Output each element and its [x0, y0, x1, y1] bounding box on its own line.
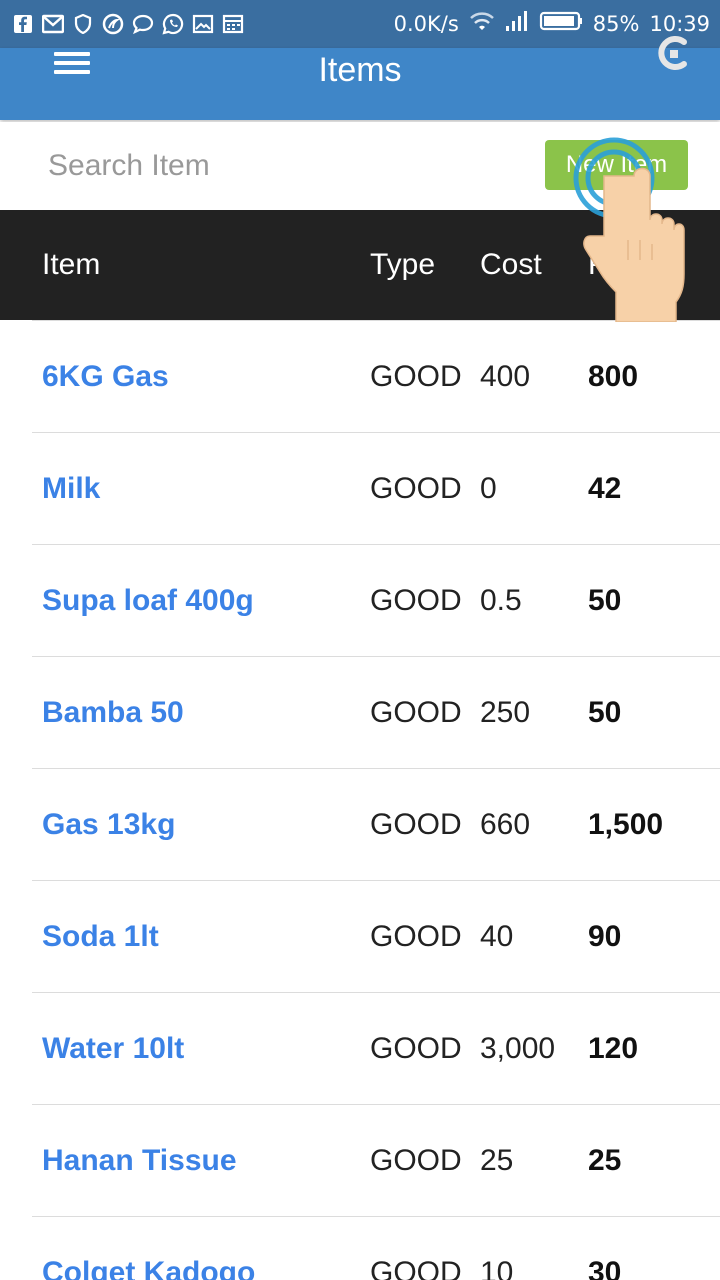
item-type: GOOD: [370, 920, 462, 953]
table-header: Item Type Cost Price: [0, 210, 720, 320]
item-cost: 0: [480, 472, 497, 505]
table-row[interactable]: Water 10lt GOOD 3,000 120: [32, 992, 720, 1104]
item-name-link[interactable]: Hanan Tissue: [42, 1105, 237, 1217]
column-header-type[interactable]: Type: [370, 210, 435, 320]
item-type: GOOD: [370, 1032, 462, 1065]
item-cost: 40: [480, 920, 514, 953]
battery-icon: [539, 10, 583, 38]
item-type: GOOD: [370, 584, 462, 617]
item-name-link[interactable]: Water 10lt: [42, 993, 184, 1105]
item-cost: 660: [480, 808, 531, 841]
item-price: 90: [588, 920, 622, 953]
search-input[interactable]: [40, 142, 476, 190]
items-table: 6KG Gas GOOD 400 800 Milk GOOD 0 42 Supa…: [0, 320, 720, 1280]
search-bar: New Item: [0, 122, 720, 210]
item-cost: 25: [480, 1144, 514, 1177]
new-item-button[interactable]: New Item: [545, 140, 688, 190]
item-name-link[interactable]: 6KG Gas: [42, 321, 169, 433]
item-cost: 400: [480, 360, 531, 393]
app-icon: [102, 13, 124, 35]
shield-icon: [72, 13, 94, 35]
column-header-cost[interactable]: Cost: [480, 210, 542, 320]
battery-level: 85%: [592, 12, 640, 36]
gmail-icon: [42, 13, 64, 35]
network-speed: 0.0K/s: [393, 12, 459, 36]
table-row[interactable]: Gas 13kg GOOD 660 1,500: [32, 768, 720, 880]
item-price: 25: [588, 1144, 622, 1177]
table-row[interactable]: Hanan Tissue GOOD 25 25: [32, 1104, 720, 1216]
page-title: Items: [318, 51, 402, 89]
table-row[interactable]: Supa loaf 400g GOOD 0.5 50: [32, 544, 720, 656]
item-price: 800: [588, 360, 639, 393]
item-name-link[interactable]: Colget Kadogo: [42, 1217, 255, 1280]
item-price: 50: [588, 584, 622, 617]
item-type: GOOD: [370, 472, 462, 505]
item-price: 1,500: [588, 808, 664, 841]
item-name-link[interactable]: Gas 13kg: [42, 769, 175, 881]
table-row[interactable]: 6KG Gas GOOD 400 800: [32, 320, 720, 432]
item-cost: 10: [480, 1256, 514, 1280]
item-name-link[interactable]: Supa loaf 400g: [42, 545, 254, 657]
app-bar: Items: [0, 36, 720, 120]
table-row[interactable]: Colget Kadogo GOOD 10 30: [32, 1216, 720, 1280]
items-screen: 0.0K/s 85% 10:39 Items New Item: [0, 0, 720, 1280]
column-header-item[interactable]: Item: [42, 210, 100, 320]
table-row[interactable]: Bamba 50 GOOD 250 50: [32, 656, 720, 768]
item-price: 120: [588, 1032, 639, 1065]
facebook-icon: [12, 13, 34, 35]
item-price: 50: [588, 696, 622, 729]
signal-icon: [505, 10, 529, 38]
item-type: GOOD: [370, 696, 462, 729]
image-icon: [192, 13, 214, 35]
app-logo-icon: [654, 32, 694, 76]
column-header-price[interactable]: Price: [588, 210, 656, 320]
item-type: GOOD: [370, 808, 462, 841]
wifi-icon: [469, 10, 495, 38]
status-bar: 0.0K/s 85% 10:39: [0, 0, 720, 48]
item-type: GOOD: [370, 1144, 462, 1177]
item-type: GOOD: [370, 360, 462, 393]
table-row[interactable]: Soda 1lt GOOD 40 90: [32, 880, 720, 992]
whatsapp-icon: [162, 13, 184, 35]
item-price: 42: [588, 472, 622, 505]
item-name-link[interactable]: Soda 1lt: [42, 881, 159, 993]
calendar-icon: [222, 13, 244, 35]
item-cost: 3,000: [480, 1032, 556, 1065]
item-type: GOOD: [370, 1256, 462, 1280]
table-row[interactable]: Milk GOOD 0 42: [32, 432, 720, 544]
item-cost: 0.5: [480, 584, 522, 617]
item-name-link[interactable]: Milk: [42, 433, 100, 545]
item-name-link[interactable]: Bamba 50: [42, 657, 184, 769]
item-price: 30: [588, 1256, 622, 1280]
item-cost: 250: [480, 696, 531, 729]
chat-icon: [132, 13, 154, 35]
